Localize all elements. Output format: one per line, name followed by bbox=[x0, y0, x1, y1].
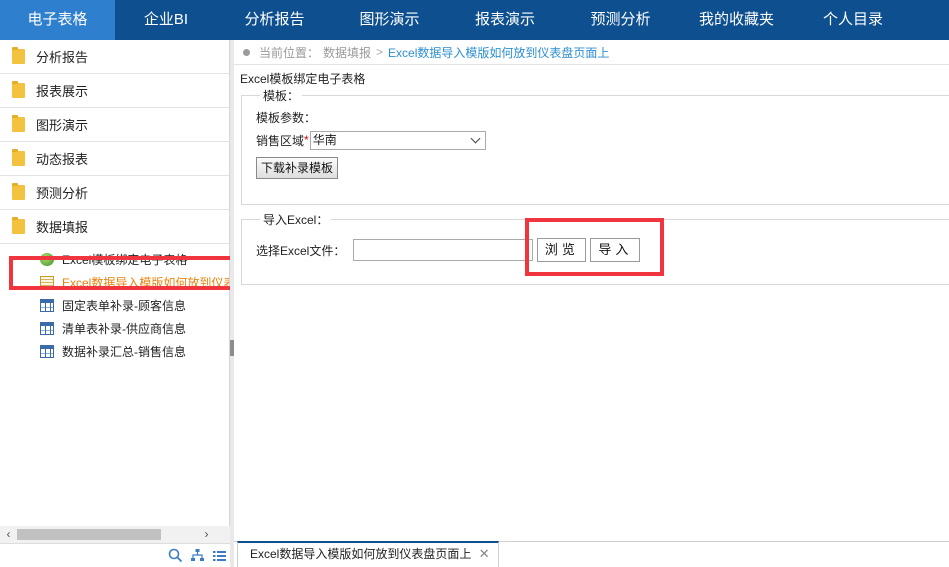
sidebar-item-analysis-report[interactable]: 分析报告 bbox=[0, 40, 229, 74]
tab-personal-directory[interactable]: 个人目录 bbox=[795, 0, 911, 40]
breadcrumb: 当前位置： 数据填报 > Excel数据导入模版如何放到仪表盘页面上 bbox=[234, 40, 949, 65]
import-button[interactable]: 导入 bbox=[590, 238, 641, 262]
search-icon[interactable] bbox=[167, 548, 183, 564]
tree-item-label: 固定表单补录-顾客信息 bbox=[62, 299, 186, 313]
sidebar-horizontal-scrollbar[interactable]: ‹ › bbox=[0, 526, 230, 543]
sidebar-item-label: 分析报告 bbox=[36, 50, 89, 65]
tab-analysis-report[interactable]: 分析报告 bbox=[217, 0, 332, 40]
breadcrumb-separator: > bbox=[376, 45, 384, 59]
data-entry-children: Excel模板绑定电子表格 Excel数据导入模版如何放到仪表盘页面上 固定表单… bbox=[0, 244, 229, 363]
tab-report-demo[interactable]: 报表演示 bbox=[447, 0, 563, 40]
table-grid-icon bbox=[40, 345, 54, 358]
document-icon bbox=[40, 276, 54, 289]
sidebar: 分析报告 报表展示 图形演示 动态报表 预测分析 数据填报 Excel模板绑定电… bbox=[0, 40, 230, 545]
sidebar-item-label: 预测分析 bbox=[36, 186, 89, 201]
required-mark: * bbox=[304, 133, 309, 147]
tree-item-label: 数据补录汇总-销售信息 bbox=[62, 345, 186, 359]
region-label: 销售区域 bbox=[256, 133, 305, 148]
sidebar-toolbar bbox=[0, 543, 230, 567]
file-row: 选择Excel文件： 浏览 导入 bbox=[256, 237, 938, 263]
tree-item-label: Excel数据导入模版如何放到仪表盘页面上 bbox=[62, 276, 229, 290]
close-icon[interactable]: ✕ bbox=[479, 546, 490, 561]
download-row: 下载补录模板 bbox=[256, 157, 938, 179]
sidebar-item-label: 报表展示 bbox=[36, 84, 89, 99]
breadcrumb-current: Excel数据导入模版如何放到仪表盘页面上 bbox=[388, 45, 610, 60]
template-legend: 模板： bbox=[263, 89, 300, 103]
folder-icon bbox=[12, 183, 25, 200]
scroll-right-arrow[interactable]: › bbox=[198, 526, 215, 543]
top-nav: 电子表格 企业BI 分析报告 图形演示 报表演示 预测分析 我的收藏夹 个人目录 bbox=[0, 0, 949, 40]
file-path-input[interactable] bbox=[353, 239, 534, 261]
sidebar-item-forecast[interactable]: 预测分析 bbox=[0, 176, 229, 210]
chevron-down-icon bbox=[470, 133, 481, 143]
folder-icon bbox=[12, 81, 25, 98]
breadcrumb-parent[interactable]: 数据填报 bbox=[323, 44, 371, 61]
sidebar-item-label: 数据填报 bbox=[36, 220, 89, 235]
tree-item-label: 清单表补录-供应商信息 bbox=[62, 322, 186, 336]
breadcrumb-dot-icon bbox=[243, 48, 250, 56]
sidebar-item-graph-demo[interactable]: 图形演示 bbox=[0, 108, 229, 142]
folder-icon bbox=[12, 47, 25, 64]
tab-favorites[interactable]: 我的收藏夹 bbox=[678, 0, 795, 40]
download-template-button[interactable]: 下载补录模板 bbox=[256, 157, 339, 179]
main-content: 当前位置： 数据填报 > Excel数据导入模版如何放到仪表盘页面上 Excel… bbox=[234, 40, 949, 545]
sidebar-item-label: 动态报表 bbox=[36, 152, 89, 167]
document-tab-label: Excel数据导入模版如何放到仪表盘页面上 bbox=[250, 547, 472, 561]
template-fieldset: 模板： 模板参数： 销售区域 * 华南 下载补录模板 bbox=[241, 87, 949, 205]
tree-item-excel-template-binding[interactable]: Excel模板绑定电子表格 bbox=[0, 248, 229, 271]
region-select-value: 华南 bbox=[312, 132, 337, 147]
globe-icon bbox=[40, 253, 54, 266]
tree-item-label: Excel模板绑定电子表格 bbox=[62, 253, 188, 267]
tree-icon[interactable] bbox=[189, 548, 205, 564]
region-row: 销售区域 * 华南 bbox=[256, 129, 938, 151]
page-title: Excel模板绑定电子表格 bbox=[240, 72, 366, 86]
tree-item-summary-sales[interactable]: 数据补录汇总-销售信息 bbox=[0, 340, 229, 363]
tree-item-excel-import-dashboard[interactable]: Excel数据导入模版如何放到仪表盘页面上 bbox=[0, 271, 229, 294]
document-tab-bar: Excel数据导入模版如何放到仪表盘页面上 ✕ bbox=[234, 541, 949, 567]
region-select[interactable]: 华南 bbox=[309, 130, 486, 150]
scroll-left-arrow[interactable]: ‹ bbox=[0, 526, 17, 543]
file-label: 选择Excel文件： bbox=[256, 243, 346, 258]
sidebar-item-report-display[interactable]: 报表展示 bbox=[0, 74, 229, 108]
breadcrumb-prefix: 当前位置： bbox=[259, 45, 320, 60]
template-params-row: 模板参数： bbox=[256, 108, 938, 126]
sidebar-item-data-entry[interactable]: 数据填报 bbox=[0, 210, 229, 244]
template-params-label: 模板参数： bbox=[256, 110, 317, 125]
tab-graph-demo[interactable]: 图形演示 bbox=[332, 0, 447, 40]
tab-spreadsheet[interactable]: 电子表格 bbox=[0, 0, 115, 40]
table-grid-icon bbox=[40, 322, 54, 335]
browse-button[interactable]: 浏览 bbox=[537, 238, 587, 262]
import-fieldset: 导入Excel： 选择Excel文件： 浏览 导入 bbox=[241, 211, 949, 285]
list-icon[interactable] bbox=[211, 548, 227, 564]
folder-icon bbox=[12, 149, 25, 166]
import-legend: 导入Excel： bbox=[263, 213, 329, 227]
sidebar-item-dynamic-report[interactable]: 动态报表 bbox=[0, 142, 229, 176]
tree-item-list-supplier[interactable]: 清单表补录-供应商信息 bbox=[0, 317, 229, 340]
folder-icon bbox=[12, 217, 25, 234]
table-grid-icon bbox=[40, 299, 54, 312]
tab-enterprise-bi[interactable]: 企业BI bbox=[115, 0, 217, 40]
tab-forecast-analysis[interactable]: 预测分析 bbox=[563, 0, 678, 40]
scrollbar-thumb[interactable] bbox=[17, 529, 161, 540]
document-tab[interactable]: Excel数据导入模版如何放到仪表盘页面上 ✕ bbox=[237, 541, 499, 567]
sidebar-item-label: 图形演示 bbox=[36, 118, 89, 133]
folder-icon bbox=[12, 115, 25, 132]
tree-item-fixed-form-customer[interactable]: 固定表单补录-顾客信息 bbox=[0, 294, 229, 317]
